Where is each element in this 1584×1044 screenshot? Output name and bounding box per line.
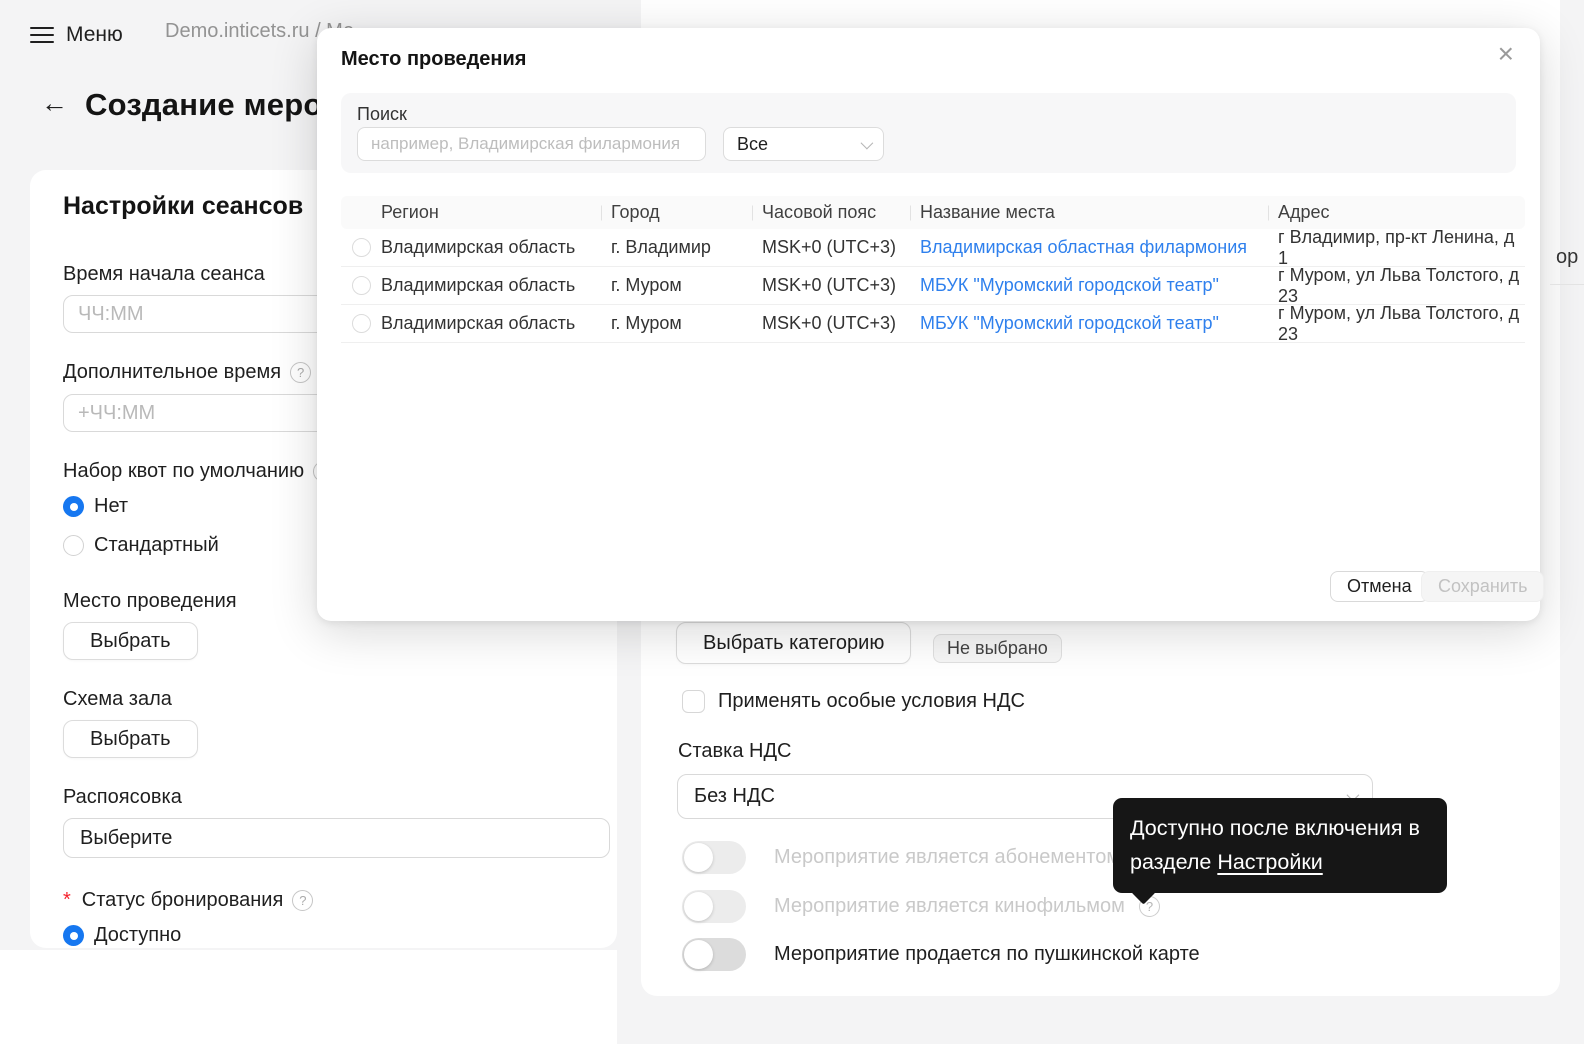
quota-option-none[interactable]: Нет xyxy=(63,495,128,518)
breadcrumb-site[interactable]: Demo.inticets.ru xyxy=(165,20,310,42)
venue-link[interactable]: Владимирская областная филармония xyxy=(920,237,1247,257)
venue-table: Регион Город Часовой пояс Название места… xyxy=(341,196,1525,344)
quota-option-standard[interactable]: Стандартный xyxy=(63,534,219,557)
row-radio-icon[interactable] xyxy=(351,314,371,333)
col-header-timezone: Часовой пояс xyxy=(762,202,920,223)
venue-select-button[interactable]: Выбрать xyxy=(63,622,198,660)
toggle-row-pushkin-card: Мероприятие продается по пушкинской карт… xyxy=(682,938,1200,971)
zoning-select[interactable]: Выберите xyxy=(63,818,610,858)
hamburger-icon xyxy=(30,26,54,44)
modal-title: Место проведения xyxy=(341,48,527,70)
quota-label: Набор квот по умолчанию ? xyxy=(63,460,335,483)
search-panel: Поиск Все xyxy=(341,93,1516,173)
radio-selected-icon[interactable] xyxy=(63,925,84,946)
tooltip-settings-link[interactable]: Настройки xyxy=(1217,850,1322,874)
clipped-text-fragment: ор xyxy=(1556,246,1579,268)
help-icon[interactable]: ? xyxy=(290,362,312,383)
col-header-city: Город xyxy=(611,202,762,223)
hall-scheme-select-button[interactable]: Выбрать xyxy=(63,720,198,758)
chevron-down-icon xyxy=(860,136,874,149)
toggle-pushkin-label: Мероприятие продается по пушкинской карт… xyxy=(774,943,1200,965)
venue-table-header: Регион Город Часовой пояс Название места… xyxy=(341,196,1525,229)
checkbox-icon[interactable] xyxy=(682,690,705,713)
zoning-label: Распоясовка xyxy=(63,786,182,808)
venue-link[interactable]: МБУК "Муромский городской театр" xyxy=(920,275,1219,295)
filter-select-value: Все xyxy=(737,133,769,154)
tooltip-line2: разделе xyxy=(1130,850,1218,875)
zoning-select-value: Выберите xyxy=(80,826,173,849)
vat-special-label: Применять особые условия НДС xyxy=(718,690,1025,712)
search-label: Поиск xyxy=(357,104,407,124)
table-row[interactable]: Владимирская область г. Муром MSK+0 (UTC… xyxy=(341,265,1525,306)
back-arrow-icon[interactable]: ← xyxy=(41,90,68,117)
start-time-label: Время начала сеанса xyxy=(63,263,265,285)
table-row[interactable]: Владимирская область г. Муром MSK+0 (UTC… xyxy=(341,303,1525,344)
clipped-divider xyxy=(1550,284,1584,285)
save-button-disabled[interactable]: Сохранить xyxy=(1421,571,1545,602)
vat-special-checkbox-row[interactable]: Применять особые условия НДС xyxy=(682,690,1025,713)
select-category-button[interactable]: Выбрать категорию xyxy=(676,622,912,664)
session-settings-title: Настройки сеансов xyxy=(63,192,304,220)
toggle-off-icon[interactable] xyxy=(682,890,746,923)
tooltip-line1: Доступно после включения в xyxy=(1130,816,1420,840)
col-header-address: Адрес xyxy=(1278,202,1525,223)
toggle-off-icon[interactable] xyxy=(682,841,746,874)
search-input[interactable] xyxy=(357,127,706,161)
toggle-row-movie: Мероприятие является кинофильмом ? xyxy=(682,890,1160,923)
venue-link[interactable]: МБУК "Муромский городской театр" xyxy=(920,313,1219,333)
cancel-button[interactable]: Отмена xyxy=(1330,571,1429,602)
toggle-row-subscription: Мероприятие является абонементом xyxy=(682,841,1120,874)
venue-modal: Место проведения × Поиск Все Регион Горо… xyxy=(317,28,1545,621)
tooltip: Доступно после включения в разделе Настр… xyxy=(1113,798,1447,905)
radio-icon[interactable] xyxy=(63,535,84,556)
filter-select[interactable]: Все xyxy=(723,127,884,161)
toggle-movie-label: Мероприятие является кинофильмом xyxy=(774,895,1125,917)
booking-status-label: * Статус бронирования ? xyxy=(63,889,314,912)
help-icon[interactable]: ? xyxy=(292,890,314,911)
row-radio-icon[interactable] xyxy=(351,238,371,257)
hall-scheme-label: Схема зала xyxy=(63,688,172,710)
bottom-footer-panel xyxy=(0,950,617,1044)
vat-rate-value: Без НДС xyxy=(694,785,775,807)
extra-time-label: Дополнительное время ? xyxy=(63,361,312,384)
toggle-off-icon[interactable] xyxy=(682,938,746,971)
vat-rate-label: Ставка НДС xyxy=(678,740,792,762)
booking-option-available[interactable]: Доступно xyxy=(63,924,181,947)
close-icon[interactable]: × xyxy=(1498,40,1514,68)
table-row[interactable]: Владимирская область г. Владимир MSK+0 (… xyxy=(341,227,1525,268)
row-radio-icon[interactable] xyxy=(351,276,371,295)
venue-label: Место проведения xyxy=(63,590,237,612)
col-header-region: Регион xyxy=(381,202,439,222)
col-header-name: Название места xyxy=(920,202,1278,223)
radio-selected-icon[interactable] xyxy=(63,496,84,517)
required-asterisk: * xyxy=(63,889,71,911)
menu-label: Меню xyxy=(66,23,123,46)
toggle-subscription-label: Мероприятие является абонементом xyxy=(774,846,1121,868)
category-status-badge: Не выбрано xyxy=(933,634,1062,663)
menu-button[interactable]: Меню xyxy=(30,23,123,47)
